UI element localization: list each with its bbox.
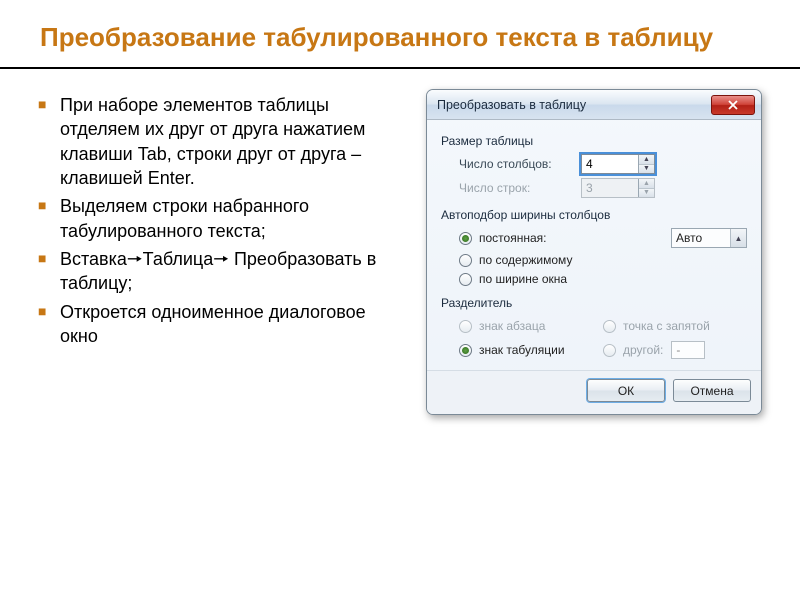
sep-paragraph-label: знак абзаца — [479, 319, 545, 333]
columns-label: Число столбцов: — [459, 157, 581, 171]
spin-up-icon[interactable]: ▲ — [639, 155, 654, 165]
autofit-content-label: по содержимому — [479, 253, 572, 267]
sep-other-row[interactable]: другой: — [603, 341, 747, 359]
fixed-width-value: Авто — [672, 229, 730, 247]
fixed-width-combo[interactable]: Авто ▲ — [671, 228, 747, 248]
ok-button[interactable]: ОК — [587, 379, 665, 402]
radio-icon — [603, 344, 616, 357]
autofit-fixed-label: постоянная: — [479, 231, 546, 245]
slide: Преобразование табулированного текста в … — [0, 0, 800, 600]
convert-to-table-dialog: Преобразовать в таблицу Размер таблицы Ч… — [426, 89, 762, 415]
sep-semicolon-row[interactable]: точка с запятой — [603, 319, 747, 333]
dialog-body: Размер таблицы Число столбцов: ▲ ▼ Число — [427, 120, 761, 370]
slide-title: Преобразование табулированного текста в … — [40, 22, 760, 53]
radio-icon — [459, 254, 472, 267]
slide-content: При наборе элементов таблицы отделяем их… — [0, 87, 800, 415]
dialog-titlebar[interactable]: Преобразовать в таблицу — [427, 90, 761, 120]
autofit-window-row[interactable]: по ширине окна — [459, 272, 747, 286]
radio-icon — [459, 344, 472, 357]
bullet-item: Откроется одноименное диалоговое окно — [38, 300, 406, 349]
separator-grid: знак абзаца точка с запятой знак табуляц… — [459, 316, 747, 362]
columns-input[interactable] — [582, 155, 638, 173]
group-autofit: Автоподбор ширины столбцов — [441, 208, 747, 222]
rows-label: Число строк: — [459, 181, 581, 195]
rows-input — [582, 179, 638, 197]
spin-up-icon[interactable]: ▲ — [730, 229, 746, 247]
autofit-content-row[interactable]: по содержимому — [459, 253, 747, 267]
columns-row: Число столбцов: ▲ ▼ — [459, 154, 747, 174]
rows-row: Число строк: ▲ ▼ — [459, 178, 747, 198]
sep-paragraph-row[interactable]: знак абзаца — [459, 319, 603, 333]
radio-icon — [459, 273, 472, 286]
radio-icon — [603, 320, 616, 333]
dialog-illustration: Преобразовать в таблицу Размер таблицы Ч… — [426, 87, 762, 415]
autofit-fixed-row[interactable]: постоянная: Авто ▲ — [459, 228, 747, 248]
cancel-button[interactable]: Отмена — [673, 379, 751, 402]
bullet-item: При наборе элементов таблицы отделяем их… — [38, 93, 406, 190]
bullet-list: При наборе элементов таблицы отделяем их… — [38, 87, 406, 415]
sep-other-input — [671, 341, 705, 359]
group-separator: Разделитель — [441, 296, 747, 310]
title-divider — [0, 67, 800, 69]
radio-icon — [459, 232, 472, 245]
sep-semicolon-label: точка с запятой — [623, 319, 710, 333]
bullet-item: Выделяем строки набранного табулированно… — [38, 194, 406, 243]
rows-stepper: ▲ ▼ — [581, 178, 655, 198]
radio-icon — [459, 320, 472, 333]
slide-title-area: Преобразование табулированного текста в … — [0, 0, 800, 67]
autofit-window-label: по ширине окна — [479, 272, 567, 286]
columns-stepper[interactable]: ▲ ▼ — [581, 154, 655, 174]
sep-tab-row[interactable]: знак табуляции — [459, 341, 603, 359]
bullet-item: Вставка🠖Таблица🠖 Преобразовать в таблицу… — [38, 247, 406, 296]
group-table-size: Размер таблицы — [441, 134, 747, 148]
dialog-buttons: ОК Отмена — [427, 370, 761, 414]
spin-up-icon: ▲ — [639, 179, 654, 189]
sep-tab-label: знак табуляции — [479, 343, 565, 357]
spin-down-icon[interactable]: ▼ — [639, 165, 654, 174]
sep-other-label: другой: — [623, 343, 663, 357]
close-icon — [728, 100, 738, 110]
dialog-title: Преобразовать в таблицу — [437, 98, 711, 112]
close-button[interactable] — [711, 95, 755, 115]
spin-down-icon: ▼ — [639, 189, 654, 198]
